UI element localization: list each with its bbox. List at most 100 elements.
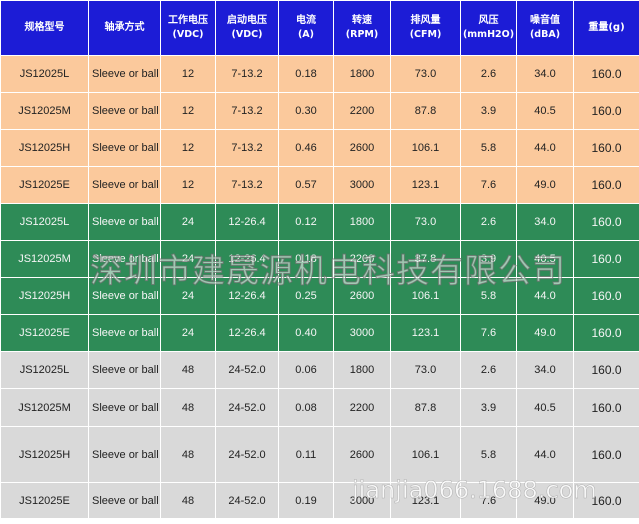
cell-rated-voltage: 48 [160,482,216,519]
table-row: JS12025H Sleeve or ball 48 24-52.0 0.11 2600 1… [0,426,639,483]
cell-airflow: 73.0 [390,55,461,93]
header-noise: 噪音值 (dBA) [516,0,574,56]
cell-weight: 160.0 [573,482,639,519]
cell-start-voltage: 24-52.0 [215,482,279,519]
cell-speed: 2600 [333,426,391,483]
cell-model: JS12025M [0,388,89,427]
cell-noise: 40.5 [516,240,574,278]
table-row: JS12025E Sleeve or ball 48 24-52.0 0.19 3000 1… [0,482,639,519]
cell-rated-voltage: 24 [160,314,216,352]
cell-pressure: 5.8 [460,277,517,315]
cell-current: 0.57 [278,166,334,204]
cell-current: 0.25 [278,277,334,315]
cell-airflow: 123.1 [390,314,461,352]
header-pressure: 风压 (mmH2O) [460,0,517,56]
fan-spec-table: 规格型号 轴承方式 工作电压 (VDC) 启动电压 (VDC) 电流 (A) 转速 (R… [0,0,639,519]
cell-bearing: Sleeve or ball [88,166,161,204]
cell-noise: 49.0 [516,314,574,352]
cell-pressure: 2.6 [460,203,517,241]
cell-current: 0.12 [278,203,334,241]
header-weight: 重量(g) [573,0,639,56]
cell-model: JS12025H [0,129,89,167]
cell-speed: 3000 [333,166,391,204]
cell-model: JS12025H [0,426,89,483]
cell-model: JS12025L [0,55,89,93]
header-speed: 转速 (RPM) [333,0,391,56]
cell-bearing: Sleeve or ball [88,426,161,483]
cell-speed: 2600 [333,277,391,315]
cell-current: 0.18 [278,55,334,93]
cell-airflow: 106.1 [390,129,461,167]
header-rated-voltage: 工作电压 (VDC) [160,0,216,56]
cell-bearing: Sleeve or ball [88,277,161,315]
cell-speed: 1800 [333,55,391,93]
cell-bearing: Sleeve or ball [88,55,161,93]
cell-current: 0.11 [278,426,334,483]
cell-rated-voltage: 24 [160,240,216,278]
cell-start-voltage: 12-26.4 [215,314,279,352]
cell-bearing: Sleeve or ball [88,240,161,278]
cell-start-voltage: 24-52.0 [215,351,279,389]
cell-pressure: 5.8 [460,426,517,483]
cell-noise: 34.0 [516,203,574,241]
cell-current: 0.30 [278,92,334,130]
cell-bearing: Sleeve or ball [88,388,161,427]
cell-weight: 160.0 [573,277,639,315]
cell-start-voltage: 7-13.2 [215,55,279,93]
cell-bearing: Sleeve or ball [88,129,161,167]
cell-pressure: 7.6 [460,482,517,519]
cell-rated-voltage: 12 [160,129,216,167]
cell-pressure: 3.9 [460,240,517,278]
cell-model: JS12025M [0,92,89,130]
table-row: JS12025M Sleeve or ball 24 12-26.4 0.18 2200 8… [0,240,639,278]
table-row: JS12025E Sleeve or ball 12 7-13.2 0.57 3000 12… [0,166,639,204]
cell-pressure: 7.6 [460,314,517,352]
table-row: JS12025L Sleeve or ball 24 12-26.4 0.12 1800 7… [0,203,639,241]
table-row: JS12025L Sleeve or ball 12 7-13.2 0.18 1800 73… [0,55,639,93]
cell-weight: 160.0 [573,314,639,352]
cell-airflow: 73.0 [390,203,461,241]
cell-bearing: Sleeve or ball [88,314,161,352]
cell-current: 0.46 [278,129,334,167]
cell-speed: 2200 [333,240,391,278]
cell-start-voltage: 7-13.2 [215,92,279,130]
cell-pressure: 2.6 [460,55,517,93]
cell-weight: 160.0 [573,166,639,204]
cell-noise: 40.5 [516,92,574,130]
cell-start-voltage: 24-52.0 [215,426,279,483]
cell-start-voltage: 12-26.4 [215,240,279,278]
header-airflow: 排风量 (CFM) [390,0,461,56]
cell-rated-voltage: 12 [160,55,216,93]
cell-airflow: 106.1 [390,426,461,483]
header-bearing: 轴承方式 [88,0,161,56]
cell-airflow: 87.8 [390,92,461,130]
table-row: JS12025H Sleeve or ball 12 7-13.2 0.46 2600 10… [0,129,639,167]
cell-start-voltage: 24-52.0 [215,388,279,427]
cell-noise: 34.0 [516,55,574,93]
cell-airflow: 87.8 [390,388,461,427]
cell-rated-voltage: 12 [160,92,216,130]
cell-pressure: 3.9 [460,92,517,130]
cell-airflow: 123.1 [390,482,461,519]
cell-start-voltage: 7-13.2 [215,129,279,167]
cell-rated-voltage: 48 [160,351,216,389]
cell-noise: 44.0 [516,426,574,483]
table-row: JS12025M Sleeve or ball 12 7-13.2 0.30 2200 87… [0,92,639,130]
cell-pressure: 3.9 [460,388,517,427]
cell-noise: 49.0 [516,166,574,204]
cell-weight: 160.0 [573,55,639,93]
cell-speed: 1800 [333,203,391,241]
cell-model: JS12025L [0,203,89,241]
cell-airflow: 87.8 [390,240,461,278]
cell-weight: 160.0 [573,388,639,427]
cell-weight: 160.0 [573,240,639,278]
cell-noise: 40.5 [516,388,574,427]
cell-weight: 160.0 [573,203,639,241]
cell-model: JS12025L [0,351,89,389]
table-body: JS12025L Sleeve or ball 12 7-13.2 0.18 1800 73… [0,55,639,519]
cell-weight: 160.0 [573,92,639,130]
cell-rated-voltage: 24 [160,277,216,315]
cell-current: 0.19 [278,482,334,519]
cell-noise: 44.0 [516,277,574,315]
cell-current: 0.08 [278,388,334,427]
